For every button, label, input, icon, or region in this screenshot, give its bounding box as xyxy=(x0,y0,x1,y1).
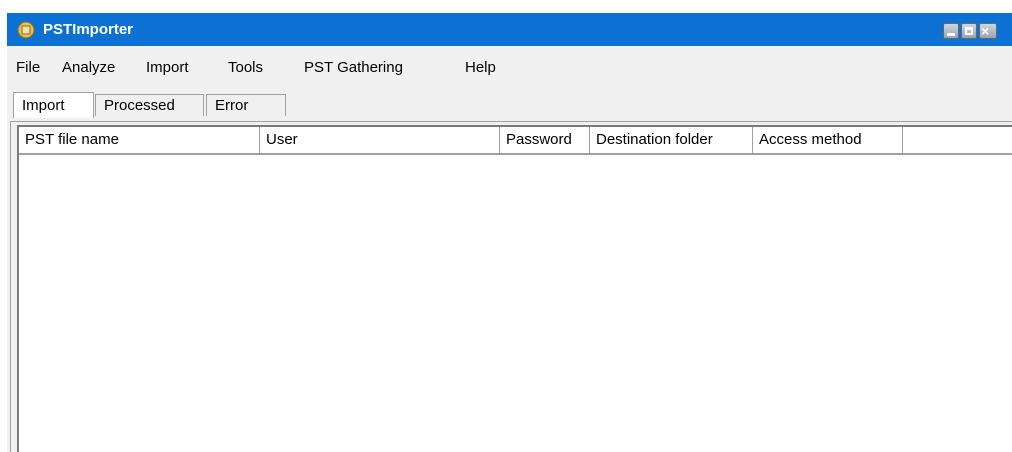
tab-error[interactable]: Error xyxy=(206,94,286,116)
menu-pst-gathering[interactable]: PST Gathering xyxy=(304,58,403,78)
column-user[interactable]: User xyxy=(260,127,500,153)
list-header: PST file name User Password Destination … xyxy=(19,127,1012,155)
column-password[interactable]: Password xyxy=(500,127,590,153)
menu-analyze[interactable]: Analyze xyxy=(62,58,115,78)
close-button[interactable]: × xyxy=(979,23,997,39)
menu-import[interactable]: Import xyxy=(146,58,189,78)
window-title: PSTImporter xyxy=(43,21,134,38)
column-pst-file-name[interactable]: PST file name xyxy=(19,127,260,153)
maximize-icon xyxy=(965,27,973,35)
column-destination-folder[interactable]: Destination folder xyxy=(590,127,753,153)
minimize-icon xyxy=(947,33,955,36)
column-access-method[interactable]: Access method xyxy=(753,127,903,153)
menu-tools[interactable]: Tools xyxy=(228,58,263,78)
close-icon: × xyxy=(981,23,990,39)
import-list[interactable]: PST file name User Password Destination … xyxy=(17,125,1012,452)
menu-file[interactable]: File xyxy=(16,58,40,78)
maximize-button[interactable] xyxy=(961,23,977,39)
app-icon xyxy=(17,21,35,39)
column-filler xyxy=(903,127,1012,153)
tab-processed[interactable]: Processed xyxy=(95,94,204,116)
menu-help[interactable]: Help xyxy=(465,58,496,78)
minimize-button[interactable] xyxy=(943,23,959,39)
tab-import[interactable]: Import xyxy=(13,92,94,118)
pstimporter-window: PSTImporter × File Analyze Import Tools … xyxy=(7,13,1012,452)
menu-bar: File Analyze Import Tools PST Gathering … xyxy=(7,46,1012,88)
title-bar[interactable]: PSTImporter × xyxy=(7,13,1012,46)
tab-strip: Import Processed Error xyxy=(7,90,1012,122)
